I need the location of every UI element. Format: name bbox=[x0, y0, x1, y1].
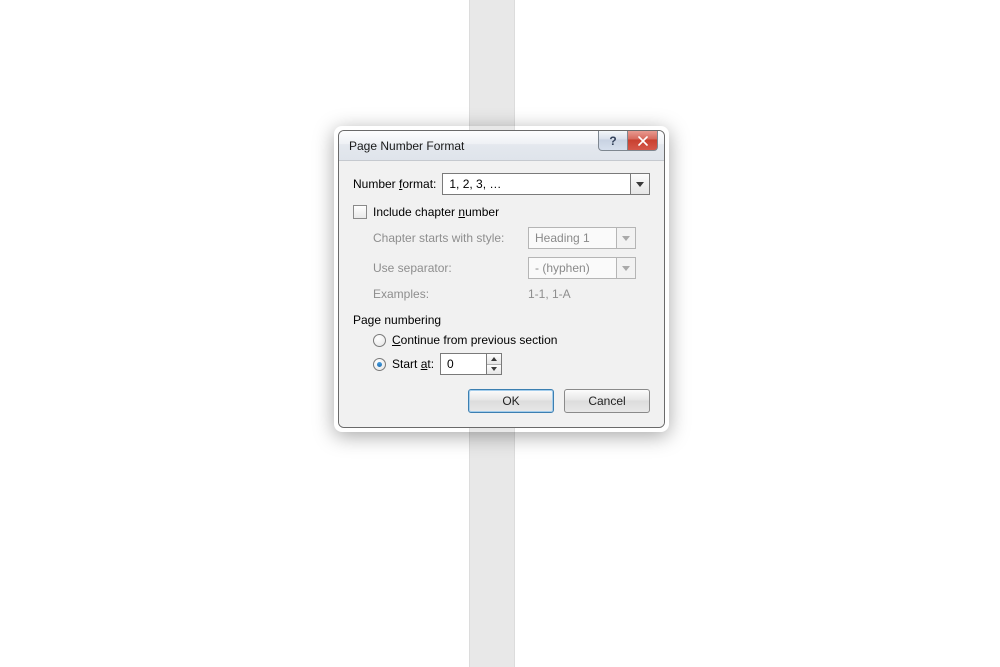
dialog-titlebar[interactable]: Page Number Format ? bbox=[339, 131, 664, 161]
chapter-style-combo: Heading 1 bbox=[528, 227, 636, 249]
start-at-decrement-button[interactable] bbox=[487, 364, 501, 375]
chapter-style-value: Heading 1 bbox=[528, 227, 616, 249]
separator-combo: - (hyphen) bbox=[528, 257, 636, 279]
page-numbering-section-label: Page numbering bbox=[353, 313, 650, 327]
chevron-down-icon bbox=[491, 367, 497, 371]
start-at-increment-button[interactable] bbox=[487, 354, 501, 364]
page-number-format-dialog: Page Number Format ? Number format: bbox=[338, 130, 665, 428]
examples-label: Examples: bbox=[373, 287, 528, 301]
examples-value: 1-1, 1-A bbox=[528, 287, 571, 301]
close-button[interactable] bbox=[628, 131, 658, 151]
number-format-dropdown-button[interactable] bbox=[630, 173, 650, 195]
separator-value: - (hyphen) bbox=[528, 257, 616, 279]
start-at-radio[interactable] bbox=[373, 358, 386, 371]
continue-from-previous-radio[interactable] bbox=[373, 334, 386, 347]
chevron-down-icon bbox=[636, 182, 644, 187]
start-at-value[interactable]: 0 bbox=[440, 353, 486, 375]
ok-button[interactable]: OK bbox=[468, 389, 554, 413]
use-separator-label: Use separator: bbox=[373, 261, 528, 275]
start-at-label: Start at: bbox=[392, 357, 434, 371]
chapter-starts-with-style-label: Chapter starts with style: bbox=[373, 231, 528, 245]
help-button[interactable]: ? bbox=[598, 131, 628, 151]
include-chapter-number-label: Include chapter number bbox=[373, 205, 499, 219]
dialog-title: Page Number Format bbox=[349, 139, 464, 153]
number-format-label: Number format: bbox=[353, 177, 436, 191]
chevron-down-icon bbox=[622, 266, 630, 271]
include-chapter-number-checkbox[interactable] bbox=[353, 205, 367, 219]
cancel-button[interactable]: Cancel bbox=[564, 389, 650, 413]
number-format-combo[interactable]: 1, 2, 3, … bbox=[442, 173, 650, 195]
chevron-up-icon bbox=[491, 357, 497, 361]
number-format-value[interactable]: 1, 2, 3, … bbox=[442, 173, 630, 195]
continue-from-previous-label: Continue from previous section bbox=[392, 333, 557, 347]
close-icon bbox=[638, 136, 648, 146]
help-icon: ? bbox=[609, 134, 616, 148]
chapter-style-dropdown-button bbox=[616, 227, 636, 249]
separator-dropdown-button bbox=[616, 257, 636, 279]
start-at-spinner[interactable]: 0 bbox=[440, 353, 502, 375]
chevron-down-icon bbox=[622, 236, 630, 241]
